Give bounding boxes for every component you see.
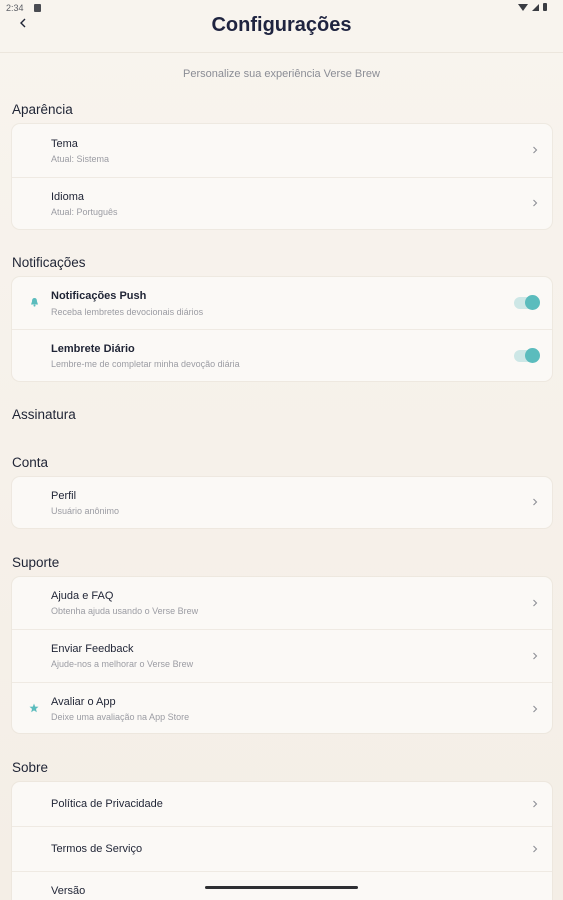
daily-reminder-toggle[interactable]: [514, 348, 540, 363]
star-icon: [29, 703, 39, 713]
row-subtitle: Usuário anônimo: [51, 506, 120, 516]
row-terms-of-service[interactable]: Termos de Serviço: [12, 827, 552, 871]
row-profile[interactable]: Perfil Usuário anônimo: [12, 477, 552, 528]
row-theme[interactable]: Tema Atual: Sistema: [12, 124, 552, 177]
row-subtitle: Atual: Sistema: [51, 154, 110, 164]
signal-icon: [532, 3, 539, 11]
row-title: Perfil: [51, 490, 77, 502]
row-help-faq[interactable]: Ajuda e FAQ Obtenha ajuda usando o Verse…: [12, 577, 552, 629]
page-title: Configurações: [211, 14, 352, 36]
chevron-right-icon: [530, 844, 540, 854]
settings-screen: 2:34 Configurações Personalize sua exper…: [0, 0, 563, 900]
header-divider: [0, 52, 563, 53]
row-title: Ajuda e FAQ: [51, 590, 114, 602]
row-title: Lembrete Diário: [51, 343, 135, 355]
section-title-subscription: Assinatura: [12, 407, 76, 422]
row-subtitle: Receba lembretes devocionais diários: [51, 307, 204, 317]
home-indicator[interactable]: [205, 886, 358, 889]
section-title-notifications: Notificações: [12, 255, 86, 270]
notifications-card: Notificações Push Receba lembretes devoc…: [12, 277, 552, 381]
row-subtitle: Ajude-nos a melhorar o Verse Brew: [51, 659, 194, 669]
toggle-knob: [525, 295, 540, 310]
notification-icon: [34, 4, 41, 12]
chevron-right-icon: [530, 651, 540, 661]
row-title: Avaliar o App: [51, 696, 116, 708]
row-language[interactable]: Idioma Atual: Português: [12, 178, 552, 229]
row-title: Enviar Feedback: [51, 643, 134, 655]
row-daily-reminder: Lembrete Diário Lembre-me de completar m…: [12, 330, 552, 381]
chevron-right-icon: [530, 704, 540, 714]
row-title: Política de Privacidade: [51, 798, 163, 810]
section-title-appearance: Aparência: [12, 102, 73, 117]
wifi-icon: [518, 3, 528, 11]
row-push-notifications: Notificações Push Receba lembretes devoc…: [12, 277, 552, 329]
row-send-feedback[interactable]: Enviar Feedback Ajude-nos a melhorar o V…: [12, 630, 552, 682]
support-card: Ajuda e FAQ Obtenha ajuda usando o Verse…: [12, 577, 552, 733]
chevron-right-icon: [530, 799, 540, 809]
status-time: 2:34: [6, 3, 24, 13]
bell-icon: [29, 297, 39, 307]
page-subtitle: Personalize sua experiência Verse Brew: [183, 68, 380, 80]
toggle-knob: [525, 348, 540, 363]
row-title: Tema: [51, 138, 78, 150]
row-title: Notificações Push: [51, 290, 147, 302]
row-subtitle: Atual: Português: [51, 207, 118, 217]
push-notifications-toggle[interactable]: [514, 295, 540, 310]
row-subtitle: Deixe uma avaliação na App Store: [51, 712, 190, 722]
row-title: Versão: [51, 885, 86, 897]
row-rate-app[interactable]: Avaliar o App Deixe uma avaliação na App…: [12, 683, 552, 733]
account-card: Perfil Usuário anônimo: [12, 477, 552, 528]
row-privacy-policy[interactable]: Política de Privacidade: [12, 782, 552, 826]
chevron-right-icon: [530, 598, 540, 608]
chevron-right-icon: [530, 198, 540, 208]
about-card: Política de Privacidade Termos de Serviç…: [12, 782, 552, 900]
status-indicators: [518, 3, 547, 11]
row-subtitle: Obtenha ajuda usando o Verse Brew: [51, 606, 199, 616]
row-subtitle: Lembre-me de completar minha devoção diá…: [51, 359, 240, 369]
section-title-support: Suporte: [12, 555, 60, 570]
section-title-about: Sobre: [12, 760, 49, 775]
battery-icon: [543, 3, 547, 11]
section-title-account: Conta: [12, 455, 49, 470]
chevron-right-icon: [530, 145, 540, 155]
row-title: Idioma: [51, 191, 85, 203]
chevron-right-icon: [530, 497, 540, 507]
row-title: Termos de Serviço: [51, 843, 143, 855]
appearance-card: Tema Atual: Sistema Idioma Atual: Portug…: [12, 124, 552, 229]
